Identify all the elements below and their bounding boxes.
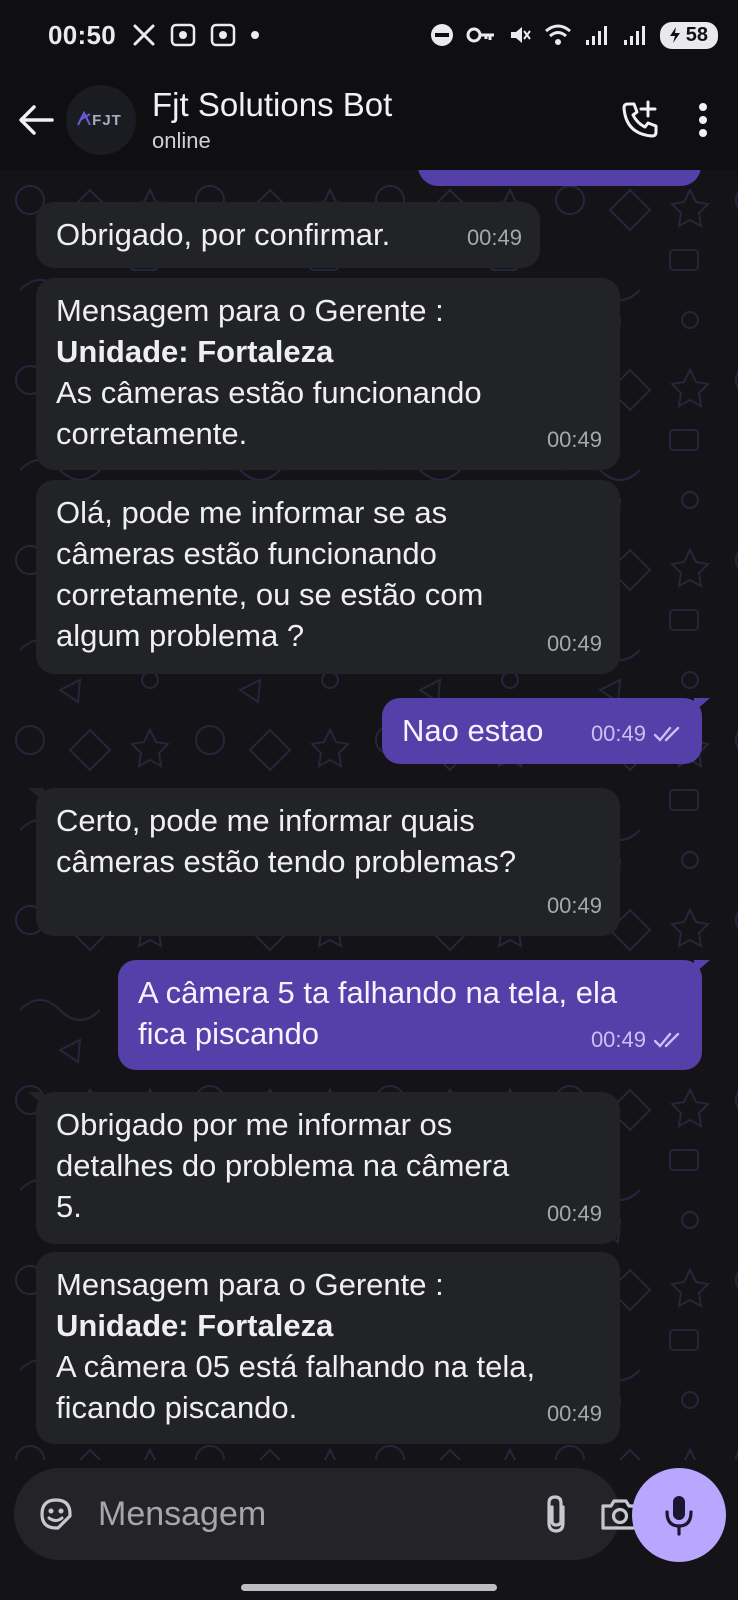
arrow-left-icon xyxy=(19,105,54,135)
previous-message-edge xyxy=(418,170,701,186)
message-meta: 00:49 xyxy=(467,217,522,258)
paperclip-icon xyxy=(547,1495,565,1533)
message-text: Certo, pode me informar quais xyxy=(56,803,475,838)
message-input[interactable] xyxy=(96,1483,543,1545)
message-time: 00:49 xyxy=(546,1201,602,1226)
status-system-icons: 58 xyxy=(430,21,718,49)
screen-record-icon xyxy=(170,23,196,47)
contact-info[interactable]: Fjt Solutions Bot online xyxy=(152,86,392,154)
home-indicator[interactable] xyxy=(241,1584,497,1591)
message-meta: 00:49 xyxy=(591,1019,684,1060)
dot-icon xyxy=(251,31,259,39)
message-meta: 00:49 xyxy=(547,885,602,926)
composer-row xyxy=(0,1460,738,1600)
message-outgoing[interactable]: A câmera 5 ta falhando na tela, ela fica… xyxy=(118,960,710,1070)
back-button[interactable] xyxy=(6,90,66,150)
message-incoming[interactable]: Mensagem para o Gerente : Unidade: Forta… xyxy=(36,278,620,470)
do-not-disturb-icon xyxy=(430,24,453,46)
message-text: câmeras estão funcionando xyxy=(56,536,437,571)
message-text: algum problema ? xyxy=(56,618,305,653)
message-time: 00:49 xyxy=(546,893,602,918)
message-text: 5. xyxy=(56,1189,82,1224)
message-text: A câmera 5 ta falhando na tela, ela xyxy=(138,975,618,1010)
battery-indicator: 58 xyxy=(659,21,718,49)
mute-icon xyxy=(510,27,531,43)
message-meta: 00:49 xyxy=(547,623,602,664)
message-incoming[interactable]: Certo, pode me informar quais câmeras es… xyxy=(28,788,620,936)
message-meta: 00:49 xyxy=(547,419,602,460)
avatar-text: FJT xyxy=(92,111,122,129)
message-time: 00:49 xyxy=(546,1401,602,1426)
microphone-icon xyxy=(665,1496,693,1536)
message-incoming[interactable]: Obrigado por me informar os detalhes do … xyxy=(28,1092,620,1244)
wifi-icon xyxy=(544,24,571,45)
add-call-icon[interactable] xyxy=(620,100,660,140)
more-options-icon[interactable] xyxy=(698,102,708,138)
avatar[interactable]: FJT xyxy=(66,85,136,155)
message-time: 00:49 xyxy=(590,1027,646,1052)
message-bold-text: Unidade: Fortaleza xyxy=(56,334,334,369)
message-text: corretamente, ou se estão com xyxy=(56,577,484,612)
read-receipt-icon xyxy=(654,726,680,742)
message-meta: 00:49 xyxy=(547,1393,602,1434)
bot-logo-icon xyxy=(77,111,91,126)
status-notification-icons xyxy=(132,23,260,47)
signal-icon-2 xyxy=(623,26,645,45)
message-incoming[interactable]: Obrigado, por confirmar. 00:49 xyxy=(36,202,540,268)
status-time: 00:50 xyxy=(48,19,116,50)
attach-button[interactable] xyxy=(543,1492,569,1536)
message-meta: 00:49 xyxy=(547,1193,602,1234)
header-actions xyxy=(620,100,708,140)
signal-icon xyxy=(585,26,607,45)
message-incoming[interactable]: Mensagem para o Gerente : Unidade: Forta… xyxy=(36,1252,620,1444)
message-bold-text: Unidade: Fortaleza xyxy=(56,1308,334,1343)
message-text: ficando piscando. xyxy=(56,1390,298,1425)
message-text: As câmeras estão funcionando xyxy=(56,375,482,410)
message-text: Obrigado, por confirmar. xyxy=(56,217,391,252)
contact-name: Fjt Solutions Bot xyxy=(152,86,393,123)
message-composer[interactable] xyxy=(14,1468,639,1560)
status-bar: 00:50 58 xyxy=(0,0,738,70)
message-outgoing[interactable]: Nao estao 00:49 xyxy=(382,698,710,764)
message-text: corretamente. xyxy=(56,416,248,451)
message-text: detalhes do problema na câmera xyxy=(56,1148,510,1183)
battery-level: 58 xyxy=(685,23,708,46)
screen-record-icon-2 xyxy=(210,23,236,47)
message-time: 00:49 xyxy=(466,225,522,250)
message-time: 00:49 xyxy=(590,721,646,746)
message-text: Mensagem para o Gerente : xyxy=(56,293,444,328)
chat-header: FJT Fjt Solutions Bot online xyxy=(0,70,738,170)
x-logo-icon xyxy=(133,24,155,46)
message-incoming[interactable]: Olá, pode me informar se as câmeras estã… xyxy=(36,480,620,674)
sticker-button[interactable] xyxy=(36,1492,76,1536)
sticker-icon xyxy=(40,1498,72,1530)
read-receipt-icon xyxy=(654,1032,680,1048)
key-icon xyxy=(466,27,494,43)
message-time: 00:49 xyxy=(546,427,602,452)
message-text: Olá, pode me informar se as xyxy=(56,495,448,530)
chat-area[interactable]: Obrigado, por confirmar. 00:49 Mensagem … xyxy=(0,170,738,1460)
message-meta: 00:49 xyxy=(591,713,684,754)
message-text: A câmera 05 está falhando na tela, xyxy=(56,1349,536,1384)
message-text: câmeras estão tendo problemas? xyxy=(56,844,517,879)
contact-status: online xyxy=(152,128,211,153)
voice-message-button[interactable] xyxy=(632,1468,726,1562)
message-text: Mensagem para o Gerente : xyxy=(56,1267,444,1302)
message-text: Obrigado por me informar os xyxy=(56,1107,453,1142)
charging-icon xyxy=(669,27,680,43)
message-time: 00:49 xyxy=(546,631,602,656)
